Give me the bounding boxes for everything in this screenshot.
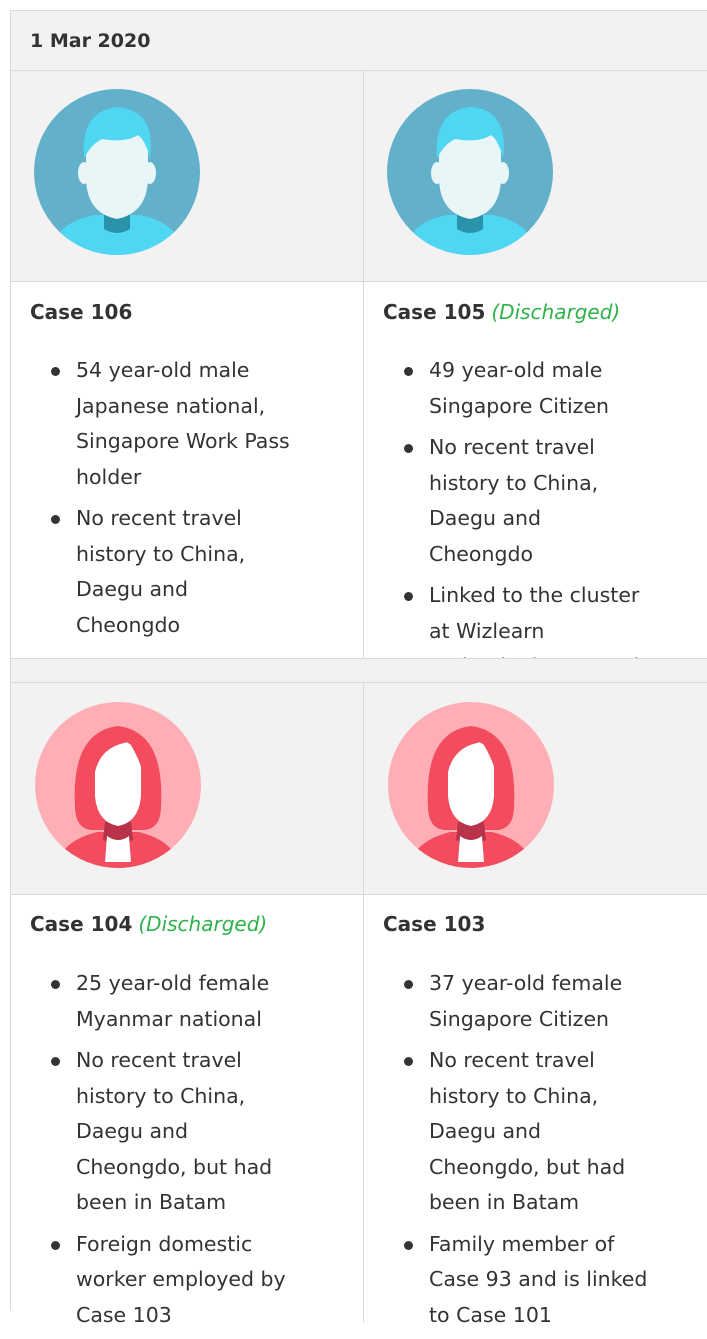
case-status: (Discharged): [491, 300, 621, 324]
case-number: Case 104: [30, 912, 133, 936]
bullet-icon: [51, 367, 60, 376]
case-title: Case 105 (Discharged): [383, 299, 620, 325]
female-avatar-icon: [35, 702, 201, 868]
case-title: Case 104 (Discharged): [30, 911, 267, 937]
case-number: Case 105: [383, 300, 486, 324]
row-separator: [11, 658, 707, 683]
case-status: (Discharged): [138, 912, 268, 936]
case-details-list: 37 year-old female Singapore Citizen No …: [383, 966, 651, 1339]
bullet-icon: [404, 980, 413, 989]
list-item: Foreign domestic worker employed by Case…: [30, 1227, 298, 1334]
list-item: No recent travel history to China, Daegu…: [30, 501, 298, 643]
list-item: No recent travel history to China, Daegu…: [383, 1043, 651, 1221]
list-item: No recent travel history to China, Daegu…: [383, 430, 651, 572]
date-header-row: 1 Mar 2020: [11, 11, 707, 71]
bullet-icon: [404, 444, 413, 453]
list-item: 37 year-old female Singapore Citizen: [383, 966, 651, 1037]
bullet-icon: [51, 980, 60, 989]
column-divider: [363, 71, 364, 659]
case-details-list: 25 year-old female Myanmar national No r…: [30, 966, 298, 1339]
bullet-icon: [51, 1240, 60, 1250]
case-title: Case 103: [383, 911, 491, 937]
male-avatar-icon: [387, 89, 553, 255]
case-number: Case 106: [30, 300, 133, 324]
date-label: 1 Mar 2020: [30, 30, 151, 52]
case-details-list: 54 year-old male Japanese national, Sing…: [30, 353, 298, 649]
bullet-icon: [51, 1057, 60, 1066]
bullet-icon: [51, 515, 60, 524]
list-item: 49 year-old male Singapore Citizen: [383, 353, 651, 424]
male-avatar-icon: [34, 89, 200, 255]
female-avatar-icon: [388, 702, 554, 868]
case-table: 1 Mar 2020 Case 106 54 year-old male Jap…: [10, 10, 707, 1327]
column-divider: [363, 683, 364, 1323]
case-number: Case 103: [383, 912, 486, 936]
case-details-list: 49 year-old male Singapore Citizen No re…: [383, 353, 651, 691]
bullet-icon: [404, 592, 413, 601]
list-item: 54 year-old male Japanese national, Sing…: [30, 353, 298, 495]
list-item: Family member of Case 93 and is linked t…: [383, 1227, 651, 1334]
bullet-icon: [404, 1240, 413, 1250]
bullet-icon: [404, 1057, 413, 1066]
bullet-icon: [404, 367, 413, 376]
case-title: Case 106: [30, 299, 138, 325]
list-item: No recent travel history to China, Daegu…: [30, 1043, 298, 1221]
list-item: 25 year-old female Myanmar national: [30, 966, 298, 1037]
